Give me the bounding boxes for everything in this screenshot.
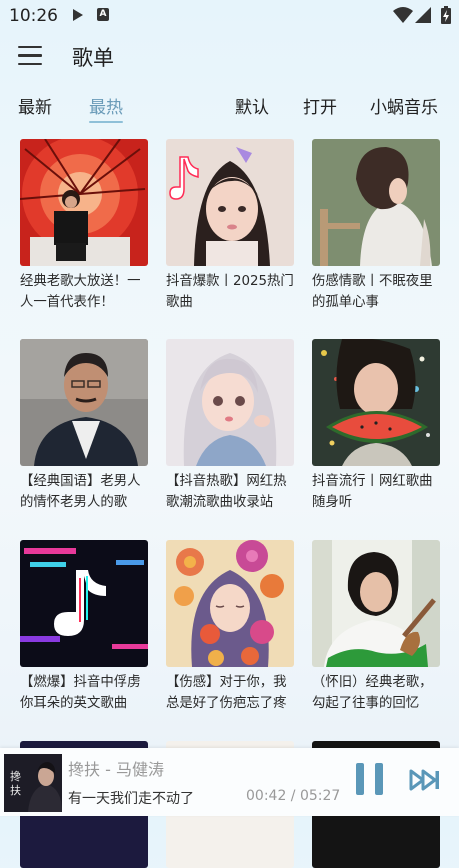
signal-icon: [415, 7, 431, 23]
album-art[interactable]: 搀 扶: [4, 754, 62, 812]
tab-default[interactable]: 默认: [235, 93, 269, 118]
page-title: 歌单: [72, 46, 114, 70]
playlist-card[interactable]: 抖音流行丨网红歌曲随身听: [312, 339, 440, 513]
svg-text:搀: 搀: [10, 769, 21, 783]
playlist-card[interactable]: （怀旧）经典老歌，勾起了往事的回忆: [312, 540, 440, 714]
playlist-title: 抖音爆款丨2025热门歌曲: [166, 274, 294, 310]
now-playing-title: 搀扶 - 马健涛: [68, 760, 164, 779]
app-bar: 歌单: [0, 34, 459, 80]
playlist-cover: [20, 139, 148, 266]
playlist-title: 【抖音热歌】网红热歌潮流歌曲收录站: [166, 474, 287, 510]
pause-button[interactable]: [355, 763, 385, 795]
status-bar: 10:26 A: [0, 0, 459, 32]
media-play-icon: [73, 9, 83, 21]
playlist-cover: [166, 339, 294, 466]
playlist-card[interactable]: 【抖音热歌】网红热歌潮流歌曲收录站: [166, 339, 294, 513]
playlist-cover: [166, 540, 294, 667]
wifi-icon: [393, 7, 413, 23]
playlist-title: （怀旧）经典老歌，勾起了往事的回忆: [312, 675, 433, 711]
playlist-cover: [312, 339, 440, 466]
menu-icon[interactable]: [18, 46, 42, 68]
playlist-card[interactable]: 经典老歌大放送！一人一首代表作！: [20, 139, 148, 313]
playlist-card[interactable]: 抖音爆款丨2025热门歌曲: [166, 139, 294, 313]
now-playing-lyric: 有一天我们走不动了: [68, 791, 194, 807]
tab-open[interactable]: 打开: [303, 93, 337, 118]
playback-time: 00:42 / 05:27: [246, 788, 341, 804]
battery-icon: [441, 6, 451, 24]
playlist-cover: [20, 540, 148, 667]
tab-bar: 最新 最热 默认 打开 小蜗音乐: [0, 90, 459, 124]
playlist-card[interactable]: 【燃爆】抖音中俘虏你耳朵的英文歌曲: [20, 540, 148, 714]
status-time: 10:26: [9, 6, 58, 26]
app-notification-icon: A: [97, 8, 109, 21]
svg-text:扶: 扶: [10, 783, 21, 797]
mini-player[interactable]: 搀 扶 搀扶 - 马健涛 有一天我们走不动了 00:42 / 05:27: [0, 748, 459, 816]
playlist-card[interactable]: 【伤感】对于你，我总是好了伤疤忘了疼: [166, 540, 294, 714]
next-track-icon[interactable]: [409, 769, 441, 791]
tab-hottest[interactable]: 最热: [89, 93, 123, 123]
tab-newest[interactable]: 最新: [18, 93, 52, 118]
playlist-title: 伤感情歌丨不眠夜里的孤单心事: [312, 274, 433, 310]
playlist-cover: [312, 139, 440, 266]
playlist-title: 抖音流行丨网红歌曲随身听: [312, 474, 433, 510]
playlist-cover: [20, 339, 148, 466]
playlist-title: 【燃爆】抖音中俘虏你耳朵的英文歌曲: [20, 675, 141, 711]
playlist-card[interactable]: 【经典国语】老男人的情怀老男人的歌: [20, 339, 148, 513]
playlist-card[interactable]: 伤感情歌丨不眠夜里的孤单心事: [312, 139, 440, 313]
playlist-cover: [166, 139, 294, 266]
playlist-title: 【伤感】对于你，我总是好了伤疤忘了疼: [166, 675, 287, 711]
playlist-cover: [312, 540, 440, 667]
tab-xiaowo-music[interactable]: 小蜗音乐: [370, 93, 438, 118]
playlist-title: 【经典国语】老男人的情怀老男人的歌: [20, 474, 141, 510]
playlist-title: 经典老歌大放送！一人一首代表作！: [20, 274, 141, 310]
